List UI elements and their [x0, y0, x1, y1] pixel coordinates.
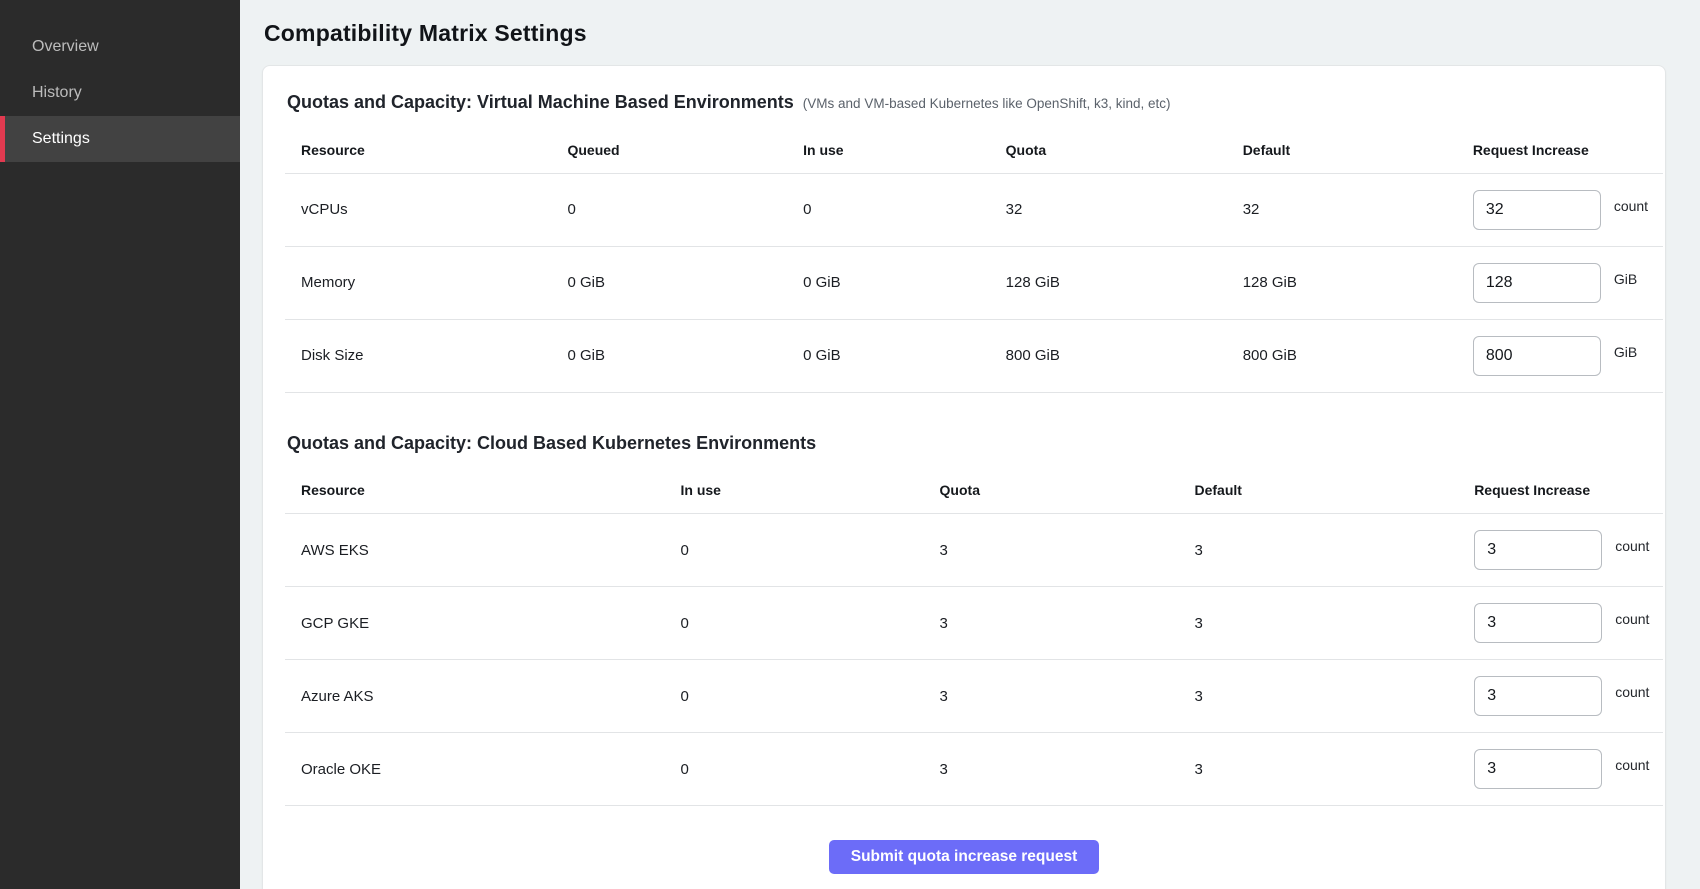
sidebar-item-settings[interactable]: Settings [0, 116, 240, 162]
column-header-resource: Resource [285, 127, 567, 173]
default-value: 128 GiB [1243, 246, 1473, 319]
request-increase-cell: GiB [1473, 263, 1663, 303]
request-increase-cell: count [1474, 676, 1663, 716]
column-header-request-increase: Request Increase [1474, 468, 1663, 514]
main-content: Compatibility Matrix Settings Quotas and… [240, 0, 1700, 889]
in-use-value: 0 [680, 660, 939, 733]
sidebar-nav: Overview History Settings [0, 24, 240, 162]
app-root: Overview History Settings Compatibility … [0, 0, 1700, 889]
resource-name: AWS EKS [285, 514, 680, 587]
vm-section-title: Quotas and Capacity: Virtual Machine Bas… [287, 92, 794, 113]
quota-settings-card: Quotas and Capacity: Virtual Machine Bas… [262, 65, 1666, 889]
table-row: Memory 0 GiB 0 GiB 128 GiB 128 GiB GiB [285, 246, 1663, 319]
table-row: Disk Size 0 GiB 0 GiB 800 GiB 800 GiB Gi… [285, 319, 1663, 392]
resource-name: Disk Size [285, 319, 567, 392]
table-row: vCPUs 0 0 32 32 count [285, 173, 1663, 246]
submit-quota-increase-button[interactable]: Submit quota increase request [829, 840, 1100, 874]
column-header-in-use: In use [680, 468, 939, 514]
column-header-quota: Quota [1006, 127, 1243, 173]
column-header-queued: Queued [567, 127, 803, 173]
submit-row: Submit quota increase request [263, 806, 1665, 874]
column-header-in-use: In use [803, 127, 1006, 173]
vm-table-header-row: Resource Queued In use Quota Default Req… [285, 127, 1663, 173]
sidebar-item-overview[interactable]: Overview [0, 24, 240, 70]
default-value: 3 [1194, 660, 1474, 733]
unit-label: count [1615, 611, 1649, 627]
unit-label: GiB [1614, 271, 1637, 287]
quota-value: 32 [1006, 173, 1243, 246]
resource-name: Memory [285, 246, 567, 319]
table-row: Oracle OKE 0 3 3 count [285, 733, 1663, 806]
quota-value: 800 GiB [1006, 319, 1243, 392]
vm-section-subtitle: (VMs and VM-based Kubernetes like OpenSh… [803, 96, 1171, 111]
default-value: 3 [1194, 587, 1474, 660]
quota-value: 3 [940, 733, 1195, 806]
quota-value: 3 [940, 514, 1195, 587]
quota-value: 128 GiB [1006, 246, 1243, 319]
default-value: 32 [1243, 173, 1473, 246]
in-use-value: 0 GiB [803, 246, 1006, 319]
default-value: 800 GiB [1243, 319, 1473, 392]
in-use-value: 0 [803, 173, 1006, 246]
k8s-quota-table: Resource In use Quota Default Request In… [285, 468, 1663, 807]
column-header-resource: Resource [285, 468, 680, 514]
vcpus-request-input[interactable] [1473, 190, 1601, 230]
unit-label: count [1615, 684, 1649, 700]
request-increase-cell: count [1474, 530, 1663, 570]
request-increase-cell: count [1474, 603, 1663, 643]
oracle-oke-request-input[interactable] [1474, 749, 1602, 789]
queued-value: 0 GiB [567, 319, 803, 392]
queued-value: 0 GiB [567, 246, 803, 319]
resource-name: vCPUs [285, 173, 567, 246]
unit-label: count [1615, 757, 1649, 773]
column-header-default: Default [1194, 468, 1474, 514]
column-header-default: Default [1243, 127, 1473, 173]
memory-request-input[interactable] [1473, 263, 1601, 303]
in-use-value: 0 GiB [803, 319, 1006, 392]
unit-label: GiB [1614, 344, 1637, 360]
vm-section-header: Quotas and Capacity: Virtual Machine Bas… [263, 92, 1665, 127]
disk-size-request-input[interactable] [1473, 336, 1601, 376]
default-value: 3 [1194, 514, 1474, 587]
vm-quota-table: Resource Queued In use Quota Default Req… [285, 127, 1663, 393]
request-increase-cell: count [1474, 749, 1663, 789]
in-use-value: 0 [680, 733, 939, 806]
unit-label: count [1614, 198, 1648, 214]
table-row: AWS EKS 0 3 3 count [285, 514, 1663, 587]
page-title: Compatibility Matrix Settings [264, 20, 1666, 47]
gcp-gke-request-input[interactable] [1474, 603, 1602, 643]
in-use-value: 0 [680, 514, 939, 587]
request-increase-cell: count [1473, 190, 1663, 230]
column-header-quota: Quota [940, 468, 1195, 514]
default-value: 3 [1194, 733, 1474, 806]
queued-value: 0 [567, 173, 803, 246]
table-row: GCP GKE 0 3 3 count [285, 587, 1663, 660]
in-use-value: 0 [680, 587, 939, 660]
k8s-section-title: Quotas and Capacity: Cloud Based Kuberne… [287, 433, 816, 454]
quota-value: 3 [940, 660, 1195, 733]
request-increase-cell: GiB [1473, 336, 1663, 376]
resource-name: Azure AKS [285, 660, 680, 733]
azure-aks-request-input[interactable] [1474, 676, 1602, 716]
sidebar-item-history[interactable]: History [0, 70, 240, 116]
resource-name: Oracle OKE [285, 733, 680, 806]
column-header-request-increase: Request Increase [1473, 127, 1663, 173]
unit-label: count [1615, 538, 1649, 554]
sidebar: Overview History Settings [0, 0, 240, 889]
k8s-section-header: Quotas and Capacity: Cloud Based Kuberne… [263, 393, 1665, 468]
table-row: Azure AKS 0 3 3 count [285, 660, 1663, 733]
k8s-table-header-row: Resource In use Quota Default Request In… [285, 468, 1663, 514]
aws-eks-request-input[interactable] [1474, 530, 1602, 570]
resource-name: GCP GKE [285, 587, 680, 660]
quota-value: 3 [940, 587, 1195, 660]
